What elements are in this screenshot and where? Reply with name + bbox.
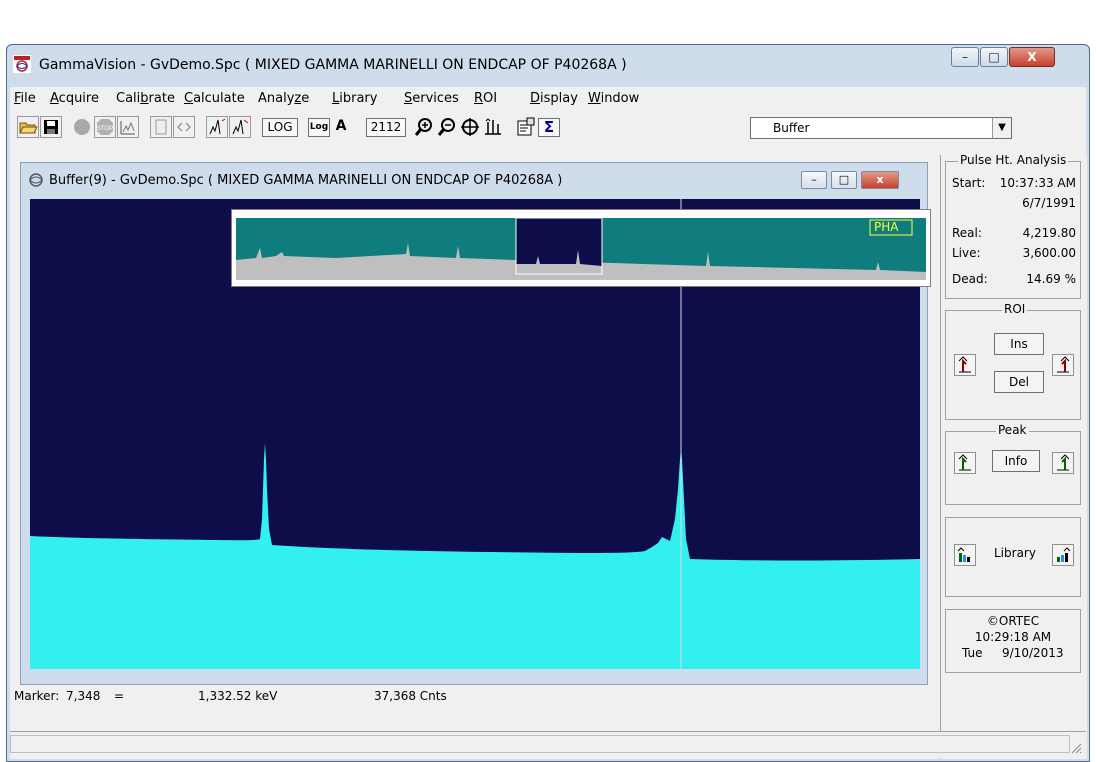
zoom-in-icon[interactable] [413, 116, 435, 138]
roi-previous-icon[interactable] [954, 354, 976, 376]
live-label: Live: [952, 246, 981, 260]
pha-label: PHA [874, 220, 899, 234]
main-window: GammaVision - GvDemo.Spc ( MIXED GAMMA M… [6, 44, 1090, 762]
detector-select[interactable]: Buffer ▼ [750, 117, 1012, 139]
real-value: 4,219.80 [1022, 226, 1076, 240]
peak-group-title: Peak [996, 423, 1029, 437]
roi-group-title: ROI [1002, 302, 1028, 316]
properties-icon[interactable] [515, 116, 537, 138]
detector-buffer-toggle-icon[interactable] [173, 116, 195, 138]
stop-acquire-icon[interactable]: STOP [94, 116, 116, 138]
chevron-down-icon[interactable]: ▼ [992, 118, 1011, 138]
clock-date: 9/10/2013 [1002, 646, 1064, 660]
right-panel: Pulse Ht. Analysis Start: 10:37:33 AM 6/… [940, 153, 1087, 759]
live-value: 3,600.00 [1022, 246, 1076, 260]
clock-group: ©ORTEC 10:29:18 AM Tue 9/10/2013 [945, 609, 1081, 673]
menu-item-library[interactable]: Library [332, 91, 377, 106]
baseline-zoom-icon[interactable] [482, 116, 504, 138]
start-time: 10:37:33 AM [999, 176, 1076, 190]
pha-group: Pulse Ht. Analysis Start: 10:37:33 AM 6/… [945, 153, 1081, 299]
zoom-out-icon[interactable] [436, 116, 458, 138]
menu-item-display[interactable]: Display [530, 91, 578, 106]
title-bar[interactable]: GammaVision - GvDemo.Spc ( MIXED GAMMA M… [7, 45, 1089, 87]
dead-label: Dead: [952, 272, 988, 286]
sum-icon[interactable]: Σ [538, 118, 560, 137]
dead-value: 14.69 % [1026, 272, 1076, 286]
peak-info-button[interactable]: Info [992, 450, 1040, 472]
pha-group-title: Pulse Ht. Analysis [958, 153, 1069, 167]
menu-item-calculate[interactable]: Calculate [184, 91, 245, 106]
menu-item-calibrate[interactable]: Calibrate [116, 91, 175, 106]
start-acquire-icon[interactable] [71, 116, 93, 138]
window-title: GammaVision - GvDemo.Spc ( MIXED GAMMA M… [39, 57, 627, 73]
overview-plot [236, 218, 926, 280]
library-group: Library [945, 517, 1081, 597]
auto-scale-button[interactable]: A [330, 118, 352, 137]
svg-text:STOP: STOP [97, 126, 113, 132]
horizontal-width-field[interactable]: 2112 [366, 118, 406, 137]
marker-info-bar: Marker: 7,348 = 1,332.52 keV 37,368 Cnts [10, 685, 939, 707]
minimize-button[interactable]: – [951, 47, 979, 67]
minimize-icon: – [962, 50, 968, 64]
ortec-brand: ©ORTEC [986, 614, 1040, 628]
detector-select-value: Buffer [773, 121, 810, 135]
peak-group: Peak Info [945, 423, 1081, 505]
maximize-button[interactable]: □ [980, 47, 1008, 67]
previous-peak-icon[interactable] [206, 116, 228, 138]
close-icon: X [1027, 50, 1037, 64]
center-icon[interactable] [459, 116, 481, 138]
library-previous-icon[interactable] [954, 544, 976, 566]
menu-item-analyze[interactable]: Analyze [258, 91, 309, 106]
maximize-icon: □ [988, 50, 1000, 64]
menu-bar: File Acquire Calibrate Calculate Analyze Libr… [10, 87, 1086, 111]
peak-previous-icon[interactable] [954, 452, 976, 474]
status-bar [10, 731, 1086, 758]
child-minimize-button[interactable]: – [801, 171, 827, 189]
roi-next-icon[interactable] [1052, 354, 1074, 376]
marker-equals: = [114, 689, 125, 703]
next-peak-icon[interactable] [229, 116, 251, 138]
marker-label: Marker: [14, 689, 60, 703]
peak-next-icon[interactable] [1052, 452, 1074, 474]
spectrum-window-title: Buffer(9) - GvDemo.Spc ( MIXED GAMMA MAR… [49, 173, 563, 188]
toolbar: STOP LOG Log A 2112 Σ Buffer ▼ [10, 111, 1086, 156]
menu-item-window[interactable]: Window [588, 91, 639, 106]
copy-to-buffer-icon[interactable] [150, 116, 172, 138]
resize-grip-icon[interactable] [1070, 742, 1082, 754]
library-next-icon[interactable] [1052, 544, 1074, 566]
log-scale-button[interactable]: LOG [262, 118, 298, 137]
menu-item-services[interactable]: Services [404, 91, 459, 106]
roi-group: ROI Ins Del [945, 302, 1081, 420]
gammavision-app-icon [13, 55, 31, 73]
roi-insert-button[interactable]: Ins [994, 333, 1044, 355]
clock-time: 10:29:18 AM [974, 630, 1052, 644]
log-toggle-button[interactable]: Log [308, 118, 330, 137]
library-label: Library [994, 546, 1036, 560]
close-button[interactable]: X [1009, 47, 1055, 67]
open-file-icon[interactable] [17, 116, 39, 138]
marker-energy: 1,332.52 keV [198, 689, 278, 703]
start-label: Start: [952, 176, 986, 190]
spectrum-overview[interactable]: PHA [231, 209, 931, 287]
status-pane [10, 735, 1070, 753]
client-area: Buffer(9) - GvDemo.Spc ( MIXED GAMMA MAR… [10, 153, 1087, 759]
child-close-button[interactable]: x [861, 171, 899, 189]
menu-item-file[interactable]: File [14, 91, 36, 106]
menu-item-acquire[interactable]: Acquire [50, 91, 99, 106]
spectrum-window: Buffer(9) - GvDemo.Spc ( MIXED GAMMA MAR… [20, 162, 931, 685]
roi-delete-button[interactable]: Del [994, 371, 1044, 393]
buffer-window-icon [27, 172, 45, 188]
real-label: Real: [952, 226, 982, 240]
clear-spectrum-icon[interactable] [117, 116, 139, 138]
menu-item-roi[interactable]: ROI [474, 91, 497, 106]
marker-channel: 7,348 [66, 689, 101, 703]
clock-day: Tue [962, 646, 983, 660]
start-date: 6/7/1991 [1022, 196, 1076, 210]
save-icon[interactable] [40, 116, 62, 138]
child-maximize-button[interactable]: □ [831, 171, 857, 189]
marker-counts: 37,368 Cnts [374, 689, 447, 703]
